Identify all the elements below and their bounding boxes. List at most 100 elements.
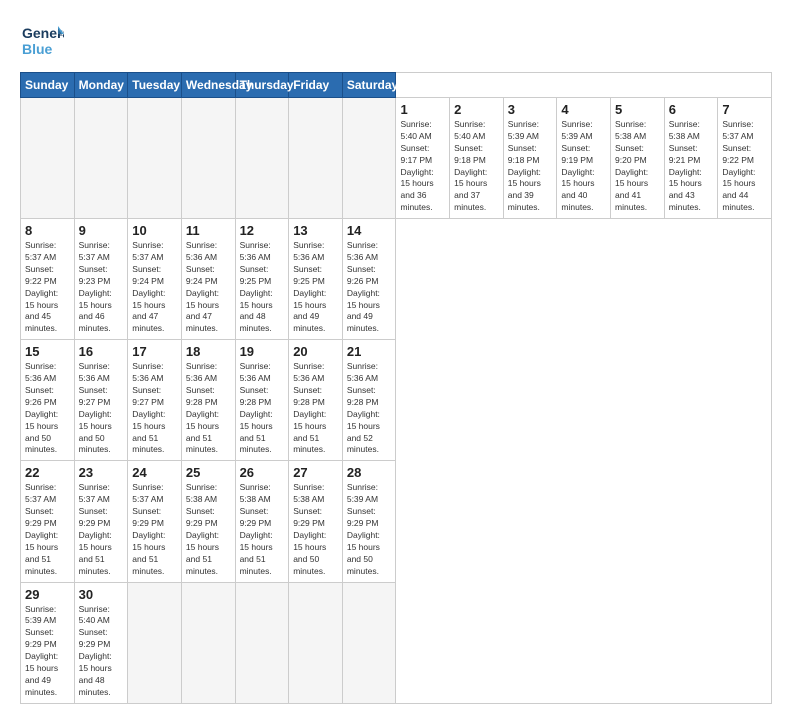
day-number: 1 <box>400 102 445 117</box>
weekday-header-wednesday: Wednesday <box>181 73 235 98</box>
day-number: 14 <box>347 223 392 238</box>
calendar-cell: 10 Sunrise: 5:37 AMSunset: 9:24 PMDayligh… <box>128 219 182 340</box>
day-number: 8 <box>25 223 70 238</box>
calendar-cell: 20Sunrise: 5:36 AMSunset: 9:28 PMDayligh… <box>289 340 343 461</box>
calendar-cell: 19Sunrise: 5:36 AMSunset: 9:28 PMDayligh… <box>235 340 289 461</box>
day-number: 13 <box>293 223 338 238</box>
day-info: Sunrise: 5:37 AMSunset: 9:24 PMDaylight:… <box>132 240 177 335</box>
day-info: Sunrise: 5:37 AMSunset: 9:29 PMDaylight:… <box>132 482 177 577</box>
day-info: Sunrise: 5:36 AMSunset: 9:27 PMDaylight:… <box>132 361 177 456</box>
weekday-header-sunday: Sunday <box>21 73 75 98</box>
logo-icon: General Blue <box>20 18 64 62</box>
day-number: 11 <box>186 223 231 238</box>
day-info: Sunrise: 5:36 AMSunset: 9:27 PMDaylight:… <box>79 361 124 456</box>
day-info: Sunrise: 5:36 AMSunset: 9:26 PMDaylight:… <box>347 240 392 335</box>
calendar-cell <box>289 98 343 219</box>
day-number: 4 <box>561 102 606 117</box>
day-number: 2 <box>454 102 499 117</box>
day-number: 26 <box>240 465 285 480</box>
calendar-cell <box>128 582 182 703</box>
svg-text:General: General <box>22 25 64 41</box>
calendar-cell: 3Sunrise: 5:39 AMSunset: 9:18 PMDaylight… <box>503 98 557 219</box>
calendar-week-4: 22 Sunrise: 5:37 AMSunset: 9:29 PMDayligh… <box>21 461 772 582</box>
day-number: 5 <box>615 102 660 117</box>
calendar-cell: 23 Sunrise: 5:37 AMSunset: 9:29 PMDayligh… <box>74 461 128 582</box>
day-info: Sunrise: 5:38 AMSunset: 9:21 PMDaylight:… <box>669 119 714 214</box>
calendar-cell: 7 Sunrise: 5:37 AMSunset: 9:22 PMDaylight… <box>718 98 772 219</box>
calendar-week-3: 15Sunrise: 5:36 AMSunset: 9:26 PMDayligh… <box>21 340 772 461</box>
weekday-header-thursday: Thursday <box>235 73 289 98</box>
weekday-header-friday: Friday <box>289 73 343 98</box>
day-number: 30 <box>79 587 124 602</box>
day-info: Sunrise: 5:37 AMSunset: 9:29 PMDaylight:… <box>25 482 70 577</box>
calendar-cell: 16 Sunrise: 5:36 AMSunset: 9:27 PMDayligh… <box>74 340 128 461</box>
calendar-cell: 2Sunrise: 5:40 AMSunset: 9:18 PMDaylight… <box>450 98 504 219</box>
day-info: Sunrise: 5:37 AMSunset: 9:23 PMDaylight:… <box>79 240 124 335</box>
day-info: Sunrise: 5:39 AMSunset: 9:19 PMDaylight:… <box>561 119 606 214</box>
day-number: 16 <box>79 344 124 359</box>
calendar-cell <box>74 98 128 219</box>
day-info: Sunrise: 5:36 AMSunset: 9:28 PMDaylight:… <box>186 361 231 456</box>
day-info: Sunrise: 5:37 AMSunset: 9:22 PMDaylight:… <box>25 240 70 335</box>
calendar-cell: 6 Sunrise: 5:38 AMSunset: 9:21 PMDaylight… <box>664 98 718 219</box>
day-info: Sunrise: 5:40 AMSunset: 9:17 PMDaylight:… <box>400 119 445 214</box>
calendar-cell <box>289 582 343 703</box>
calendar-cell: 15Sunrise: 5:36 AMSunset: 9:26 PMDayligh… <box>21 340 75 461</box>
day-number: 23 <box>79 465 124 480</box>
day-number: 22 <box>25 465 70 480</box>
calendar-cell: 11 Sunrise: 5:36 AMSunset: 9:24 PMDayligh… <box>181 219 235 340</box>
weekday-header-saturday: Saturday <box>342 73 396 98</box>
svg-text:Blue: Blue <box>22 41 53 57</box>
day-info: Sunrise: 5:40 AMSunset: 9:29 PMDaylight:… <box>79 604 124 699</box>
day-number: 15 <box>25 344 70 359</box>
day-number: 20 <box>293 344 338 359</box>
day-info: Sunrise: 5:36 AMSunset: 9:28 PMDaylight:… <box>347 361 392 456</box>
day-info: Sunrise: 5:36 AMSunset: 9:25 PMDaylight:… <box>240 240 285 335</box>
day-number: 12 <box>240 223 285 238</box>
calendar-cell: 27 Sunrise: 5:38 AMSunset: 9:29 PMDayligh… <box>289 461 343 582</box>
day-info: Sunrise: 5:38 AMSunset: 9:29 PMDaylight:… <box>240 482 285 577</box>
day-number: 18 <box>186 344 231 359</box>
day-info: Sunrise: 5:39 AMSunset: 9:29 PMDaylight:… <box>347 482 392 577</box>
day-number: 7 <box>722 102 767 117</box>
calendar-week-2: 8 Sunrise: 5:37 AMSunset: 9:22 PMDaylight… <box>21 219 772 340</box>
day-number: 27 <box>293 465 338 480</box>
calendar-cell <box>21 98 75 219</box>
day-number: 28 <box>347 465 392 480</box>
day-info: Sunrise: 5:38 AMSunset: 9:29 PMDaylight:… <box>293 482 338 577</box>
page: General Blue SundayMondayTuesdayWednesda… <box>0 0 792 612</box>
calendar-cell: 9 Sunrise: 5:37 AMSunset: 9:23 PMDaylight… <box>74 219 128 340</box>
day-info: Sunrise: 5:38 AMSunset: 9:20 PMDaylight:… <box>615 119 660 214</box>
day-number: 9 <box>79 223 124 238</box>
day-info: Sunrise: 5:37 AMSunset: 9:22 PMDaylight:… <box>722 119 767 214</box>
calendar-cell: 25Sunrise: 5:38 AMSunset: 9:29 PMDayligh… <box>181 461 235 582</box>
calendar-cell <box>128 98 182 219</box>
calendar-cell <box>235 582 289 703</box>
day-info: Sunrise: 5:37 AMSunset: 9:29 PMDaylight:… <box>79 482 124 577</box>
calendar-cell <box>181 98 235 219</box>
day-number: 24 <box>132 465 177 480</box>
day-info: Sunrise: 5:36 AMSunset: 9:24 PMDaylight:… <box>186 240 231 335</box>
calendar-table: SundayMondayTuesdayWednesdayThursdayFrid… <box>20 72 772 704</box>
day-number: 3 <box>508 102 553 117</box>
calendar-week-1: 1 Sunrise: 5:40 AMSunset: 9:17 PMDaylight… <box>21 98 772 219</box>
day-info: Sunrise: 5:38 AMSunset: 9:29 PMDaylight:… <box>186 482 231 577</box>
calendar-cell: 29Sunrise: 5:39 AMSunset: 9:29 PMDayligh… <box>21 582 75 703</box>
day-number: 17 <box>132 344 177 359</box>
day-info: Sunrise: 5:39 AMSunset: 9:29 PMDaylight:… <box>25 604 70 699</box>
day-number: 19 <box>240 344 285 359</box>
weekday-header-tuesday: Tuesday <box>128 73 182 98</box>
day-number: 6 <box>669 102 714 117</box>
calendar-cell: 8 Sunrise: 5:37 AMSunset: 9:22 PMDaylight… <box>21 219 75 340</box>
calendar-cell: 24 Sunrise: 5:37 AMSunset: 9:29 PMDayligh… <box>128 461 182 582</box>
day-info: Sunrise: 5:36 AMSunset: 9:25 PMDaylight:… <box>293 240 338 335</box>
day-number: 10 <box>132 223 177 238</box>
calendar-cell: 4 Sunrise: 5:39 AMSunset: 9:19 PMDaylight… <box>557 98 611 219</box>
calendar-cell: 14 Sunrise: 5:36 AMSunset: 9:26 PMDayligh… <box>342 219 396 340</box>
weekday-header-monday: Monday <box>74 73 128 98</box>
weekday-header-row: SundayMondayTuesdayWednesdayThursdayFrid… <box>21 73 772 98</box>
calendar-cell <box>181 582 235 703</box>
calendar-cell: 1 Sunrise: 5:40 AMSunset: 9:17 PMDaylight… <box>396 98 450 219</box>
calendar-cell: 5 Sunrise: 5:38 AMSunset: 9:20 PMDaylight… <box>611 98 665 219</box>
calendar-cell <box>342 582 396 703</box>
